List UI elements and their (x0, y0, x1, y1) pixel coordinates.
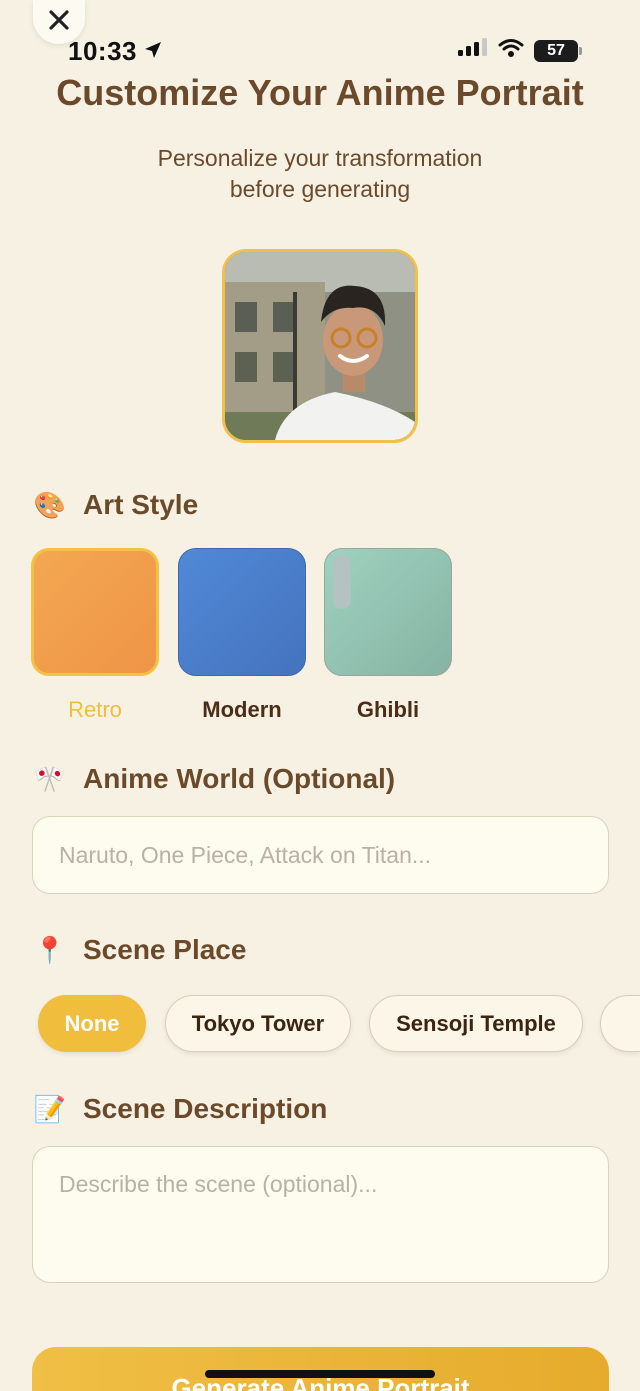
anime-world-input[interactable]: Naruto, One Piece, Attack on Titan... (32, 816, 609, 894)
status-time-text: 10:33 (68, 36, 137, 66)
battery-level: 57 (547, 41, 565, 59)
ghibli-figure-icon (333, 555, 351, 609)
scene-chip-label: Sensoji Temple (396, 1010, 556, 1036)
art-style-heading: 🎨 Art Style (33, 488, 198, 522)
scene-chip-none[interactable]: None (38, 995, 146, 1052)
memo-icon: 📝 (33, 1093, 67, 1124)
style-label-modern: Modern (202, 697, 282, 722)
scene-description-placeholder: Describe the scene (optional)... (59, 1171, 378, 1197)
scene-description-textarea[interactable]: Describe the scene (optional)... (32, 1146, 609, 1283)
anime-world-placeholder: Naruto, One Piece, Attack on Titan... (59, 841, 432, 868)
scene-chip-label: None (64, 1010, 120, 1036)
close-icon (47, 8, 71, 37)
anime-world-heading: 🎌 Anime World (Optional) (33, 762, 395, 796)
style-label-ghibli: Ghibli (356, 697, 420, 722)
crossed-flags-icon: 🎌 (33, 763, 67, 794)
scene-place-title: Scene Place (83, 934, 247, 965)
scene-chip-overflow[interactable] (600, 995, 640, 1052)
palette-icon: 🎨 (33, 489, 67, 520)
pin-icon: 📍 (33, 934, 67, 965)
status-time: 10:33 (68, 36, 163, 67)
cellular-signal-icon (456, 38, 488, 63)
wifi-icon (498, 38, 524, 63)
style-label-retro: Retro (68, 697, 122, 722)
scene-chip-sensoji-temple[interactable]: Sensoji Temple (369, 995, 583, 1052)
scene-description-title: Scene Description (83, 1093, 328, 1124)
scene-description-heading: 📝 Scene Description (33, 1092, 328, 1126)
page-subtitle: Personalize your transformation before g… (80, 143, 560, 205)
page-title: Customize Your Anime Portrait (56, 72, 584, 113)
style-card-retro[interactable] (31, 548, 159, 676)
location-arrow-icon (143, 36, 163, 67)
home-indicator (205, 1370, 435, 1378)
status-indicators: 57 (456, 38, 582, 63)
scene-chip-label: Tokyo Tower (191, 1010, 325, 1036)
style-card-ghibli[interactable] (324, 548, 452, 676)
battery-icon: 57 (534, 39, 582, 62)
scene-place-heading: 📍 Scene Place (33, 933, 247, 967)
scene-chip-tokyo-tower[interactable]: Tokyo Tower (165, 995, 351, 1052)
source-photo (222, 249, 418, 443)
generate-button[interactable]: Generate Anime Portrait (32, 1347, 609, 1391)
art-style-title: Art Style (83, 489, 199, 520)
anime-world-title: Anime World (Optional) (83, 763, 396, 794)
subtitle-line-1: Personalize your transformation (157, 145, 483, 171)
style-card-modern[interactable] (178, 548, 306, 676)
subtitle-line-2: before generating (229, 176, 411, 202)
